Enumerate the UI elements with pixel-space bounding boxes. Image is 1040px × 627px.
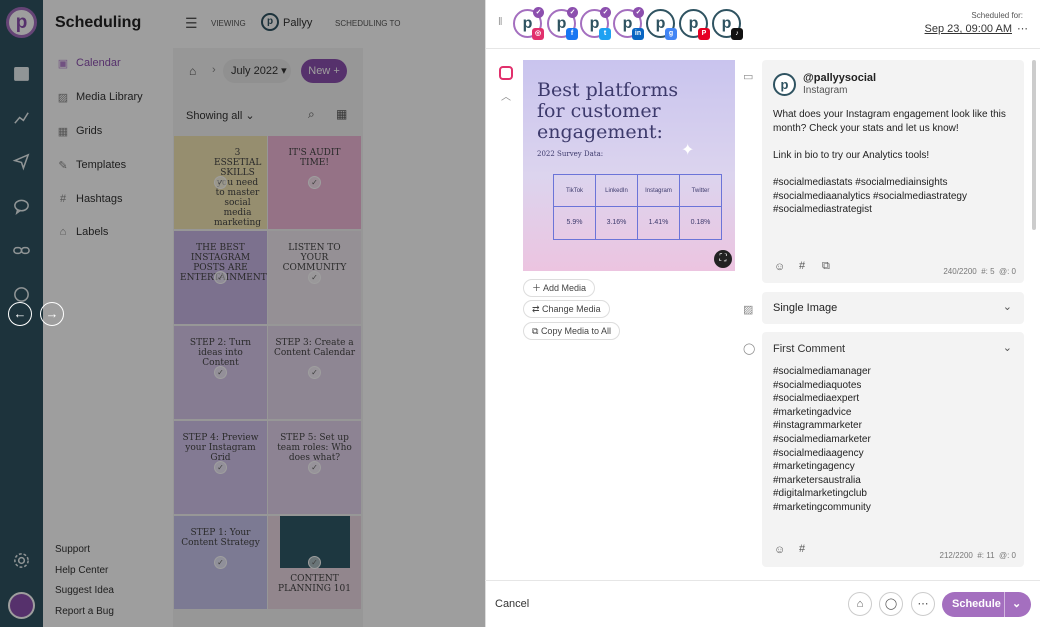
check-icon: ✓	[533, 7, 544, 18]
post-type-value: Single Image	[773, 302, 838, 314]
add-media-button[interactable]: ＋ Add Media	[523, 279, 596, 297]
chevron-up-icon[interactable]: ︿	[501, 88, 511, 103]
twitter-icon: t	[599, 28, 611, 40]
instagram-icon: ◎	[532, 28, 544, 40]
pinterest-icon: P	[698, 28, 710, 40]
image-subtitle: 2022 Survey Data:	[537, 150, 604, 158]
hashtag-count: #: 5	[981, 267, 995, 276]
table-cell: 5.9%	[554, 207, 596, 239]
first-comment-label[interactable]: First Comment	[773, 343, 845, 355]
image-table: TikTok LinkedIn Instagram Twitter 5.9% 3…	[553, 174, 722, 240]
copy-media-label: Copy Media to All	[540, 326, 611, 336]
caption-card: p @pallyysocial Instagram What does your…	[762, 60, 1024, 283]
scheduled-date[interactable]: Sep 23, 09:00 AM	[925, 23, 1012, 35]
table-cell: 3.16%	[596, 207, 638, 239]
change-media-label: Change Media	[542, 304, 601, 314]
account-pinterest[interactable]: pP	[679, 9, 710, 40]
arrow-left-icon[interactable]: ←	[8, 302, 32, 326]
check-icon: ✓	[567, 7, 578, 18]
account-instagram[interactable]: p ✓ ◎	[513, 7, 544, 40]
post-type-select[interactable]: Single Image ⌄	[762, 292, 1024, 324]
divider	[486, 48, 1040, 49]
account-linkedin[interactable]: p ✓ in	[613, 7, 644, 40]
copy-icon[interactable]: ⧉	[822, 260, 830, 273]
comment-counters: 212/2200 #: 11 @: 0	[940, 551, 1017, 560]
tag-icon[interactable]: ⌂	[848, 592, 872, 616]
media-preview[interactable]: Best platforms for customer engagement: …	[523, 60, 735, 271]
split-divider	[1004, 592, 1005, 617]
more-options-icon[interactable]: ⋯	[911, 592, 935, 616]
image-title: Best platforms for customer engagement:	[537, 79, 679, 143]
scrollbar[interactable]	[1032, 60, 1036, 230]
hashtag-icon[interactable]: #	[799, 543, 805, 555]
table-cell: 1.41%	[638, 207, 680, 239]
linkedin-icon: in	[632, 28, 644, 40]
account-twitter[interactable]: p ✓ t	[580, 7, 611, 40]
fullscreen-icon[interactable]: ⛶	[714, 250, 732, 268]
account-google[interactable]: pg	[646, 9, 677, 40]
check-icon: ✓	[633, 7, 644, 18]
change-media-button[interactable]: ⇄ Change Media	[523, 300, 610, 318]
table-cell: 0.18%	[690, 219, 711, 226]
instagram-icon	[499, 66, 513, 80]
account-network: Instagram	[803, 85, 848, 96]
chevron-down-icon[interactable]: ⌄	[1003, 341, 1012, 354]
char-count: 212/2200	[939, 551, 973, 560]
cancel-button[interactable]: Cancel	[495, 598, 529, 610]
chevron-down-icon[interactable]: ⌄	[1012, 597, 1021, 610]
emoji-icon[interactable]: ☺	[774, 544, 785, 556]
char-count: 240/2200	[943, 267, 977, 276]
schedule-button[interactable]: Schedule ⌄	[942, 592, 1031, 617]
more-icon[interactable]: ⋯	[1017, 22, 1028, 35]
add-media-label: Add Media	[543, 283, 587, 293]
caption-counters: 240/2200 #: 5 @: 0	[943, 267, 1016, 276]
first-comment-text[interactable]: #socialmediamanager #socialmediaquotes #…	[773, 365, 1013, 515]
hashtag-icon[interactable]: #	[799, 260, 805, 272]
table-header: Twitter	[691, 188, 710, 194]
caption-text[interactable]: What does your Instagram engagement look…	[773, 108, 1013, 217]
table-header: TikTok	[554, 175, 596, 206]
tiktok-icon: ♪	[731, 28, 743, 40]
account-avatar: p	[773, 73, 796, 96]
account-facebook[interactable]: p ✓ f	[547, 7, 578, 40]
scheduled-label: Scheduled for:	[971, 11, 1023, 20]
arrow-right-icon[interactable]: →	[40, 302, 64, 326]
image-icon: ▨	[743, 304, 754, 316]
table-header: Instagram	[638, 175, 680, 206]
mention-count: @: 0	[998, 551, 1016, 560]
google-business-icon: g	[665, 28, 677, 40]
emoji-icon[interactable]: ☺	[774, 261, 785, 273]
check-icon: ✓	[600, 7, 611, 18]
mention-count: @: 0	[998, 267, 1016, 276]
chevron-down-icon: ⌄	[1002, 301, 1012, 313]
account-tiktok[interactable]: p ♪	[712, 9, 743, 40]
table-header: LinkedIn	[596, 175, 638, 206]
comment-icon[interactable]: ◯	[879, 592, 903, 616]
hashtag-count: #: 11	[977, 551, 995, 560]
drag-handle[interactable]: ‖	[498, 16, 503, 28]
account-handle: @pallyysocial	[803, 72, 877, 84]
facebook-icon: f	[566, 28, 578, 40]
first-comment-card: First Comment ⌄ #socialmediamanager #soc…	[762, 332, 1024, 567]
modal-overlay[interactable]	[0, 0, 485, 627]
sparkle-icon: ✦	[681, 142, 695, 159]
caption-icon: ▭	[743, 71, 754, 83]
footer-divider	[485, 580, 1040, 581]
schedule-label: Schedule	[952, 598, 1001, 610]
copy-media-button[interactable]: ⧉ Copy Media to All	[523, 322, 620, 340]
comment-icon: ◯	[743, 343, 756, 355]
